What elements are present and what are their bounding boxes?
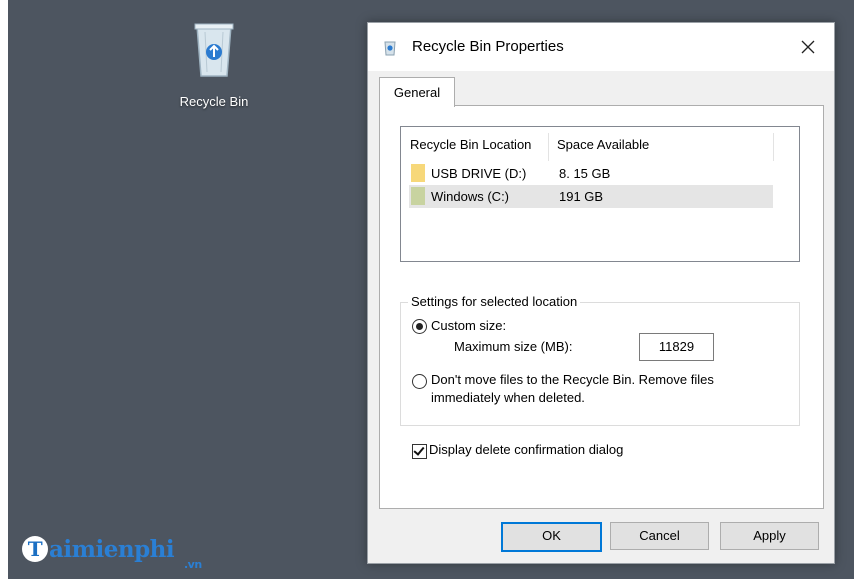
cancel-button[interactable]: Cancel xyxy=(610,522,709,550)
recycle-bin-properties-dialog: Recycle Bin Properties General Recycle B… xyxy=(367,22,835,564)
display-delete-confirmation-label[interactable]: Display delete confirmation dialog xyxy=(429,442,623,457)
recycle-bin-small-icon xyxy=(384,41,396,56)
location-name: Windows (C:) xyxy=(431,189,510,204)
ok-button[interactable]: OK xyxy=(501,522,602,552)
column-header-space[interactable]: Space Available xyxy=(557,137,649,152)
apply-button[interactable]: Apply xyxy=(720,522,819,550)
drive-icon xyxy=(411,164,425,182)
taimienphi-watermark-logo: Taimienphi .vn xyxy=(22,536,202,576)
checkmark-icon xyxy=(413,444,425,456)
space-available: 191 GB xyxy=(559,189,604,204)
space-available: 8. 15 GB xyxy=(559,166,611,181)
maximum-size-input[interactable]: 11829 xyxy=(639,333,714,361)
general-tab-panel: Recycle Bin Location Space Available USB… xyxy=(379,105,824,509)
dont-move-files-label-line1[interactable]: Don't move files to the Recycle Bin. Rem… xyxy=(431,372,714,387)
custom-size-radio[interactable] xyxy=(412,319,427,334)
dont-move-files-radio[interactable] xyxy=(412,374,427,389)
watermark-initial: T xyxy=(22,536,48,562)
column-separator[interactable] xyxy=(773,133,774,161)
watermark-brand: aimienphi xyxy=(49,536,175,563)
custom-size-label[interactable]: Custom size: xyxy=(431,318,506,333)
list-item-usb-drive[interactable]: USB DRIVE (D:) 8. 15 GB xyxy=(409,162,773,185)
dialog-title: Recycle Bin Properties xyxy=(412,38,564,55)
recycle-bin-location-list[interactable]: Recycle Bin Location Space Available USB… xyxy=(400,126,800,262)
list-item-windows-drive[interactable]: Windows (C:) 191 GB xyxy=(409,185,773,208)
column-header-location[interactable]: Recycle Bin Location xyxy=(410,137,531,152)
drive-icon xyxy=(411,187,425,205)
radio-selected-dot xyxy=(416,323,423,330)
location-name: USB DRIVE (D:) xyxy=(431,166,527,181)
recycle-bin-desktop-label: Recycle Bin xyxy=(179,94,249,109)
maximum-size-label: Maximum size (MB): xyxy=(454,339,573,354)
list-header: Recycle Bin Location Space Available xyxy=(401,127,799,163)
display-delete-confirmation-checkbox[interactable] xyxy=(412,444,427,459)
column-separator[interactable] xyxy=(548,133,549,161)
tab-general[interactable]: General xyxy=(379,77,455,107)
dialog-titlebar[interactable]: Recycle Bin Properties xyxy=(368,23,834,71)
recycle-bin-icon xyxy=(194,23,234,77)
dont-move-files-label-line2[interactable]: immediately when deleted. xyxy=(431,390,585,405)
settings-groupbox: Settings for selected location Custom si… xyxy=(400,294,800,426)
settings-group-title: Settings for selected location xyxy=(408,294,581,309)
watermark-suffix: .vn xyxy=(184,558,202,571)
recycle-bin-desktop-icon[interactable]: Recycle Bin xyxy=(164,20,264,109)
close-icon[interactable] xyxy=(796,35,820,59)
